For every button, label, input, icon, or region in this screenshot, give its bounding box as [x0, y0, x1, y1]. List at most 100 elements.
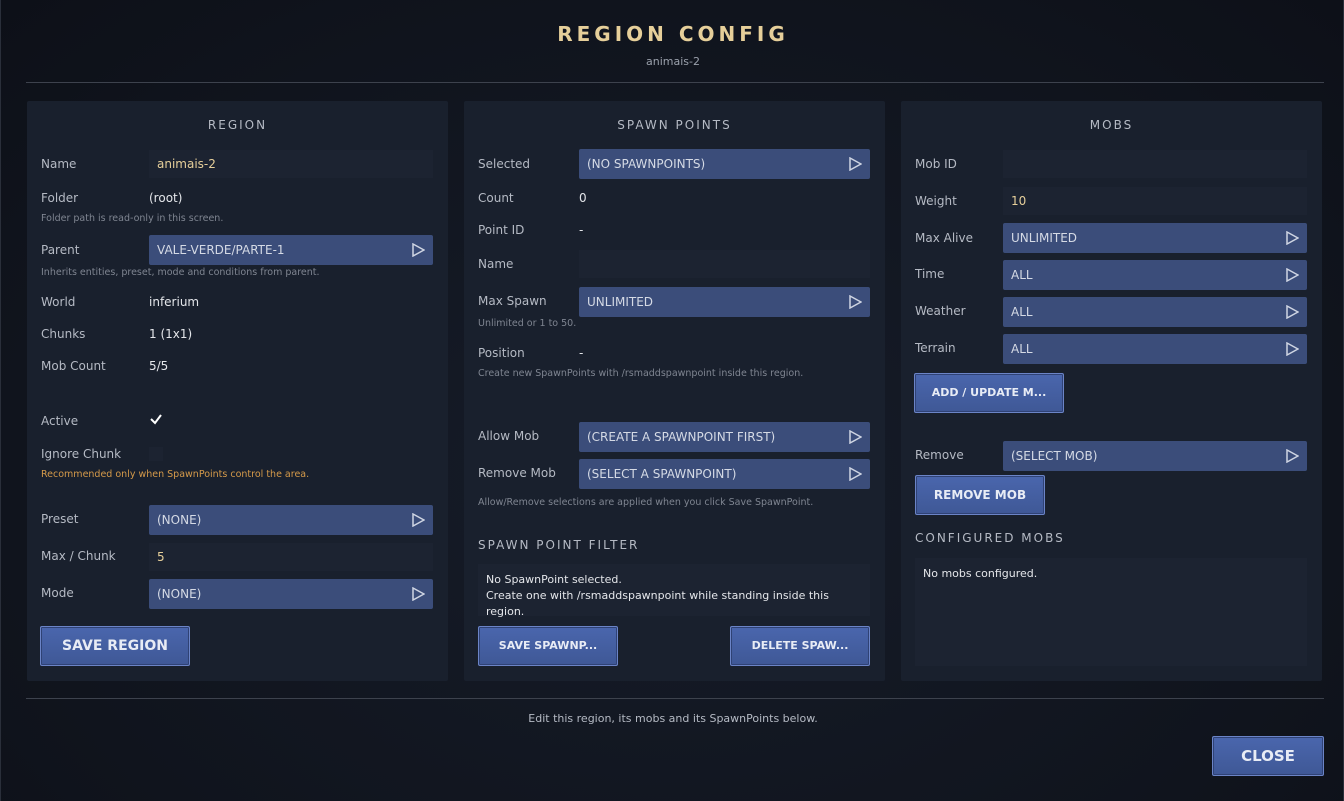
preset-select[interactable]: (NONE) — [149, 505, 433, 535]
configured-mobs-title: CONFIGURED MOBS — [915, 531, 1065, 545]
max-chunk-input[interactable]: 5 — [149, 543, 433, 571]
play-arrow-icon — [1286, 268, 1299, 282]
play-arrow-icon — [1286, 231, 1299, 245]
folder-label: Folder — [41, 191, 79, 205]
folder-value: (root) — [149, 191, 183, 205]
point-id-label: Point ID — [478, 223, 525, 237]
allow-mob-label: Allow Mob — [478, 429, 540, 443]
spawn-points-panel: SPAWN POINTS Selected (NO SPAWNPOINTS) C… — [464, 101, 885, 681]
world-value: inferium — [149, 295, 200, 309]
chunks-value: 1 (1x1) — [149, 327, 193, 341]
remove-mob-select[interactable]: (SELECT A SPAWNPOINT) — [579, 459, 870, 489]
position-hint: Create new SpawnPoints with /rsmaddspawn… — [478, 368, 804, 379]
mode-label: Mode — [41, 586, 74, 600]
preset-select-value: (NONE) — [157, 513, 202, 527]
add-update-mob-button[interactable]: ADD / UPDATE M... — [914, 373, 1064, 413]
mode-select[interactable]: (NONE) — [149, 579, 433, 609]
save-spawnpoint-button[interactable]: SAVE SPAWNP... — [478, 626, 618, 666]
max-spawn-select[interactable]: UNLIMITED — [579, 287, 870, 317]
configured-mobs-empty: No mobs configured. — [923, 567, 1038, 580]
ignore-chunk-label: Ignore Chunk — [41, 447, 122, 461]
weather-label: Weather — [915, 304, 966, 318]
max-alive-select[interactable]: UNLIMITED — [1003, 223, 1307, 253]
spawn-name-label: Name — [478, 257, 514, 271]
allow-mob-select[interactable]: (CREATE A SPAWNPOINT FIRST) — [579, 422, 870, 452]
chunks-label: Chunks — [41, 327, 86, 341]
parent-select-value: VALE-VERDE/PARTE-1 — [157, 243, 285, 257]
play-arrow-icon — [1286, 342, 1299, 356]
save-region-button[interactable]: SAVE REGION — [40, 626, 190, 666]
spawn-name-input[interactable] — [579, 250, 870, 278]
count-value: 0 — [579, 191, 587, 205]
mobs-panel: MOBS Mob ID Weight 10 Max Alive UNLIMITE… — [901, 101, 1322, 681]
play-arrow-icon — [1286, 449, 1299, 463]
ignore-chunk-warning: Recommended only when SpawnPoints contro… — [41, 469, 310, 480]
terrain-label: Terrain — [915, 341, 956, 355]
spawnpoint-select-value: (NO SPAWNPOINTS) — [587, 157, 706, 171]
checkmark-icon — [150, 414, 162, 425]
count-label: Count — [478, 191, 514, 205]
point-id-value: - — [579, 223, 584, 237]
folder-hint: Folder path is read-only in this screen. — [41, 213, 224, 224]
page-title: REGION CONFIG — [557, 22, 789, 46]
play-arrow-icon — [1286, 305, 1299, 319]
selected-label: Selected — [478, 157, 531, 171]
spawn-filter-title: SPAWN POINT FILTER — [478, 538, 640, 552]
weight-label: Weight — [915, 194, 957, 208]
divider-bottom — [26, 698, 1324, 699]
play-arrow-icon — [849, 430, 862, 444]
world-label: World — [41, 295, 76, 309]
page-subtitle: animais-2 — [646, 55, 700, 68]
terrain-select[interactable]: ALL — [1003, 334, 1307, 364]
play-arrow-icon — [849, 467, 862, 481]
spawn-filter-line2: Create one with /rsmaddspawnpoint while … — [486, 589, 829, 618]
remove-mob-button[interactable]: REMOVE MOB — [915, 475, 1045, 515]
divider-top — [26, 82, 1324, 83]
region-name-input[interactable]: animais-2 — [149, 150, 433, 178]
weather-select[interactable]: ALL — [1003, 297, 1307, 327]
remove-mob-select-value: (SELECT A SPAWNPOINT) — [587, 467, 737, 481]
terrain-select-value: ALL — [1011, 342, 1033, 356]
remove-mob-select[interactable]: (SELECT MOB) — [1003, 441, 1307, 471]
active-checkbox[interactable] — [149, 412, 163, 430]
allow-remove-hint: Allow/Remove selections are applied when… — [478, 497, 814, 508]
parent-label: Parent — [41, 243, 80, 257]
delete-spawnpoint-button[interactable]: DELETE SPAW... — [730, 626, 870, 666]
position-value: - — [579, 346, 584, 360]
region-panel-title: REGION — [207, 118, 268, 132]
remove-select-value: (SELECT MOB) — [1011, 449, 1098, 463]
position-label: Position — [478, 346, 525, 360]
weight-input[interactable]: 10 — [1003, 187, 1307, 215]
play-arrow-icon — [849, 157, 862, 171]
ignore-chunk-checkbox[interactable] — [149, 447, 163, 461]
footer-hint: Edit this region, its mobs and its Spawn… — [528, 712, 818, 725]
spawn-panel-title: SPAWN POINTS — [617, 118, 732, 132]
mobs-panel-title: MOBS — [1089, 118, 1134, 132]
spawn-filter-box: No SpawnPoint selected. Create one with … — [478, 564, 870, 618]
max-alive-select-value: UNLIMITED — [1011, 231, 1078, 245]
play-arrow-icon — [412, 587, 425, 601]
name-label: Name — [41, 157, 77, 171]
window-frame: REGION CONFIG animais-2 REGION Name anim… — [0, 0, 1344, 801]
max-spawn-label: Max Spawn — [478, 294, 547, 308]
max-spawn-hint: Unlimited or 1 to 50. — [478, 318, 577, 329]
close-button[interactable]: CLOSE — [1212, 736, 1324, 776]
mob-id-input[interactable] — [1003, 150, 1307, 178]
region-panel: REGION Name animais-2 Folder (root) Fold… — [27, 101, 448, 681]
mob-id-label: Mob ID — [915, 157, 957, 171]
allow-mob-select-value: (CREATE A SPAWNPOINT FIRST) — [587, 430, 776, 444]
mode-select-value: (NONE) — [157, 587, 202, 601]
mob-count-value: 5/5 — [149, 359, 169, 373]
parent-hint: Inherits entities, preset, mode and cond… — [41, 267, 320, 278]
remove-label: Remove — [915, 448, 964, 462]
time-select[interactable]: ALL — [1003, 260, 1307, 290]
configured-mobs-list: No mobs configured. — [915, 558, 1307, 666]
spawnpoint-select[interactable]: (NO SPAWNPOINTS) — [579, 149, 870, 179]
weather-select-value: ALL — [1011, 305, 1033, 319]
play-arrow-icon — [412, 243, 425, 257]
spawn-filter-line1: No SpawnPoint selected. — [486, 573, 622, 586]
time-select-value: ALL — [1011, 268, 1033, 282]
play-arrow-icon — [412, 513, 425, 527]
preset-label: Preset — [41, 512, 79, 526]
parent-select[interactable]: VALE-VERDE/PARTE-1 — [149, 235, 433, 265]
